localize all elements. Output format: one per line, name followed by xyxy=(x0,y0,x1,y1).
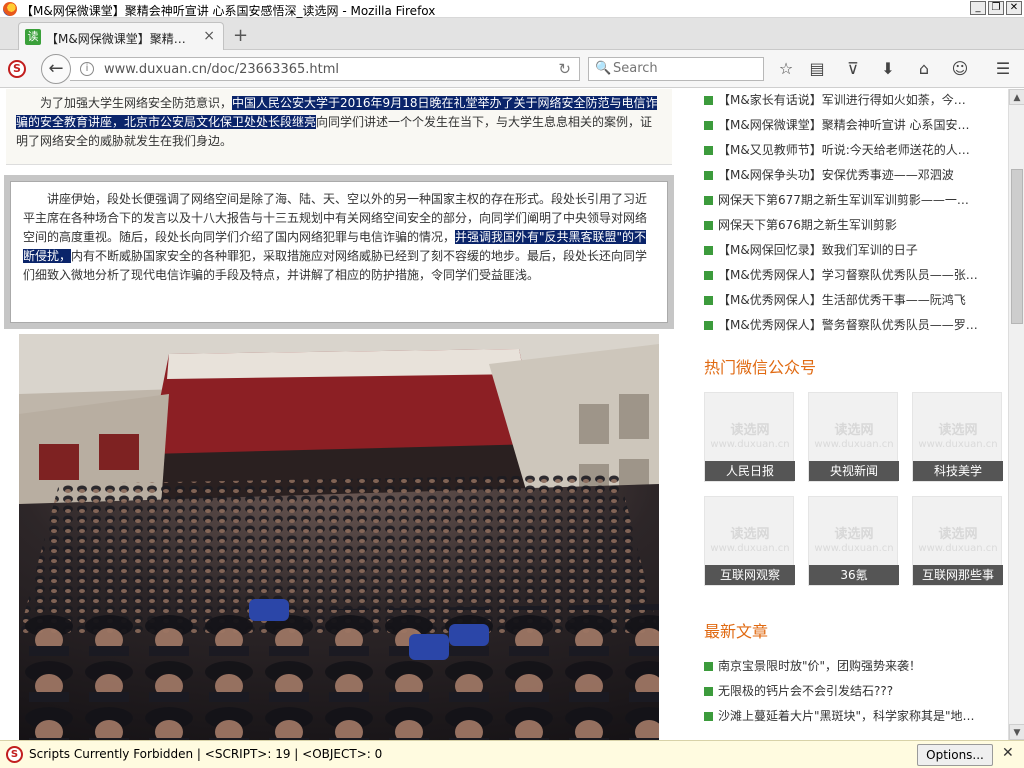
firefox-icon xyxy=(3,2,17,16)
url-bar[interactable]: i www.duxuan.cn/doc/23663365.html ↻ xyxy=(70,57,580,81)
back-arrow-icon: ← xyxy=(48,58,64,79)
wechat-card-label: 人民日报 xyxy=(705,461,795,481)
chat-icon[interactable]: ☺ xyxy=(949,59,971,79)
latest-item[interactable]: 沙滩上蔓延着大片"黑斑块"，科学家称其是"地… xyxy=(696,704,996,729)
tab-active[interactable]: 读 【M&网保微课堂】聚精会神… × xyxy=(18,22,224,50)
search-bar[interactable]: 🔍 xyxy=(588,57,764,81)
watermark-url: www.duxuan.cn xyxy=(710,543,790,554)
latest-articles-list: 南京宝景限时放"价"，团购强势来袭！ 无限极的钙片会不会引发结石??? 沙滩上蔓… xyxy=(696,654,1006,729)
url-text[interactable]: www.duxuan.cn/doc/23663365.html xyxy=(104,62,339,77)
latest-item[interactable]: 南京宝景限时放"价"，团购强势来袭！ xyxy=(696,654,996,679)
news-item[interactable]: 【M&又见教师节】听说:今天给老师送花的人… xyxy=(696,138,996,163)
latest-item[interactable]: 无限极的钙片会不会引发结石??? xyxy=(696,679,996,704)
news-item[interactable]: 【M&网保微课堂】聚精会神听宣讲 心系国安… xyxy=(696,113,996,138)
wechat-section-title: 热门微信公众号 xyxy=(704,358,817,377)
tab-label: 【M&网保微课堂】聚精会神… xyxy=(46,32,196,46)
watermark-url: www.duxuan.cn xyxy=(814,439,894,450)
watermark-text: 读选网 xyxy=(834,423,874,438)
p1-text: 为了加强大学生网络安全防范意识， xyxy=(40,96,233,110)
scroll-down-icon[interactable]: ▼ xyxy=(1009,724,1024,740)
new-tab-button[interactable]: + xyxy=(233,25,248,46)
home-icon[interactable]: ⌂ xyxy=(913,59,935,79)
sidebar: 【M&家长有话说】军训进行得如火如荼，今… 【M&网保微课堂】聚精会神听宣讲 心… xyxy=(696,89,1006,729)
watermark-text: 读选网 xyxy=(834,527,874,542)
news-item[interactable]: 网保天下第677期之新生军训军训剪影——一… xyxy=(696,188,996,213)
watermark-text: 读选网 xyxy=(730,527,770,542)
noscript-notification-bar: S Scripts Currently Forbidden | <SCRIPT>… xyxy=(0,740,1024,768)
news-item[interactable]: 【M&网保争头功】安保优秀事迹——邓泗波 xyxy=(696,163,996,188)
article-paragraph-1: 为了加强大学生网络安全防范意识，中国人民公安大学于2016年9月18日晚在礼堂举… xyxy=(6,89,672,165)
news-item[interactable]: 【M&优秀网保人】警务督察队优秀队员——罗… xyxy=(696,313,996,338)
wechat-card-label: 互联网观察 xyxy=(705,565,795,585)
article-paragraph-2-frame: 讲座伊始，段处长便强调了网络空间是除了海、陆、天、空以外的另一种国家主权的存在形… xyxy=(4,175,674,329)
news-item[interactable]: 网保天下第676期之新生军训剪影 xyxy=(696,213,996,238)
maximize-button[interactable]: ❐ xyxy=(988,1,1004,15)
noscript-icon[interactable]: S xyxy=(8,60,26,78)
news-item[interactable]: 【M&优秀网保人】生活部优秀干事——阮鸿飞 xyxy=(696,288,996,313)
navigation-toolbar: S i www.duxuan.cn/doc/23663365.html ↻ ← … xyxy=(0,50,1024,88)
related-news-list: 【M&家长有话说】军训进行得如火如荼，今… 【M&网保微课堂】聚精会神听宣讲 心… xyxy=(696,89,1006,338)
auditorium-photo xyxy=(19,334,659,740)
article-paragraph-2: 讲座伊始，段处长便强调了网络空间是除了海、陆、天、空以外的另一种国家主权的存在形… xyxy=(10,181,668,323)
noscript-status-icon: S xyxy=(6,746,23,763)
scroll-up-icon[interactable]: ▲ xyxy=(1009,89,1024,105)
news-item[interactable]: 【M&家长有话说】军训进行得如火如荼，今… xyxy=(696,89,996,113)
wechat-accounts-grid: 读选网 www.duxuan.cn 人民日报 读选网 www.duxuan.cn… xyxy=(704,392,1004,602)
window-title: 【M&网保微课堂】聚精会神听宣讲 心系国安感悟深_读选网 - Mozilla F… xyxy=(21,4,436,18)
vertical-scrollbar[interactable]: ▲ ▼ xyxy=(1008,89,1024,740)
watermark-text: 读选网 xyxy=(938,423,978,438)
news-item[interactable]: 【M&优秀网保人】学习督察队优秀队员——张… xyxy=(696,263,996,288)
wechat-card-label: 科技美学 xyxy=(913,461,1003,481)
scripts-forbidden-message: Scripts Currently Forbidden | <SCRIPT>: … xyxy=(29,747,383,761)
back-button[interactable]: ← xyxy=(41,54,71,84)
page-content: 为了加强大学生网络安全防范意识，中国人民公安大学于2016年9月18日晚在礼堂举… xyxy=(0,89,1008,740)
site-info-icon[interactable]: i xyxy=(80,62,94,76)
reading-list-icon[interactable]: ▤ xyxy=(806,59,828,79)
watermark-url: www.duxuan.cn xyxy=(918,439,998,450)
close-window-button[interactable]: ✕ xyxy=(1006,1,1022,15)
latest-section-title: 最新文章 xyxy=(704,622,769,641)
watermark-url: www.duxuan.cn xyxy=(918,543,998,554)
scrollbar-thumb[interactable] xyxy=(1011,169,1023,324)
wechat-card-label: 互联网那些事 xyxy=(913,565,1003,585)
search-icon: 🔍 xyxy=(595,61,612,76)
search-input[interactable] xyxy=(613,61,753,76)
p2-text-tail: 内有不断威胁国家安全的各种罪犯，采取措施应对网络威胁已经到了刻不容缓的地步。最后… xyxy=(23,249,648,282)
bookmark-star-icon[interactable]: ☆ xyxy=(775,59,797,79)
tab-strip: 读 【M&网保微课堂】聚精会神… × + xyxy=(0,18,1024,50)
watermark-text: 读选网 xyxy=(730,423,770,438)
pocket-icon[interactable]: ⊽ xyxy=(842,59,864,79)
window-titlebar: 【M&网保微课堂】聚精会神听宣讲 心系国安感悟深_读选网 - Mozilla F… xyxy=(0,0,1024,18)
news-item[interactable]: 【M&网保回忆录】致我们军训的日子 xyxy=(696,238,996,263)
wechat-card[interactable]: 读选网 www.duxuan.cn 央视新闻 xyxy=(808,392,899,482)
wechat-card[interactable]: 读选网 www.duxuan.cn 互联网那些事 xyxy=(912,496,1003,586)
wechat-card-label: 36氪 xyxy=(809,565,899,585)
wechat-card[interactable]: 读选网 www.duxuan.cn 36氪 xyxy=(808,496,899,586)
download-icon[interactable]: ⬇ xyxy=(877,59,899,79)
window-controls: _ ❐ ✕ xyxy=(970,1,1022,15)
wechat-card[interactable]: 读选网 www.duxuan.cn 人民日报 xyxy=(704,392,795,482)
reload-icon[interactable]: ↻ xyxy=(558,60,571,78)
tab-close-icon[interactable]: × xyxy=(203,28,215,44)
menu-icon[interactable]: ☰ xyxy=(992,59,1014,79)
watermark-url: www.duxuan.cn xyxy=(814,543,894,554)
wechat-card[interactable]: 读选网 www.duxuan.cn 科技美学 xyxy=(912,392,1003,482)
close-notification-icon[interactable]: ✕ xyxy=(1002,745,1014,761)
watermark-url: www.duxuan.cn xyxy=(710,439,790,450)
watermark-text: 读选网 xyxy=(938,527,978,542)
options-button[interactable]: Options... xyxy=(917,744,993,766)
wechat-card[interactable]: 读选网 www.duxuan.cn 互联网观察 xyxy=(704,496,795,586)
minimize-button[interactable]: _ xyxy=(970,1,986,15)
site-favicon-icon: 读 xyxy=(25,29,41,45)
auditorium-photo-image xyxy=(19,334,659,740)
wechat-card-label: 央视新闻 xyxy=(809,461,899,481)
